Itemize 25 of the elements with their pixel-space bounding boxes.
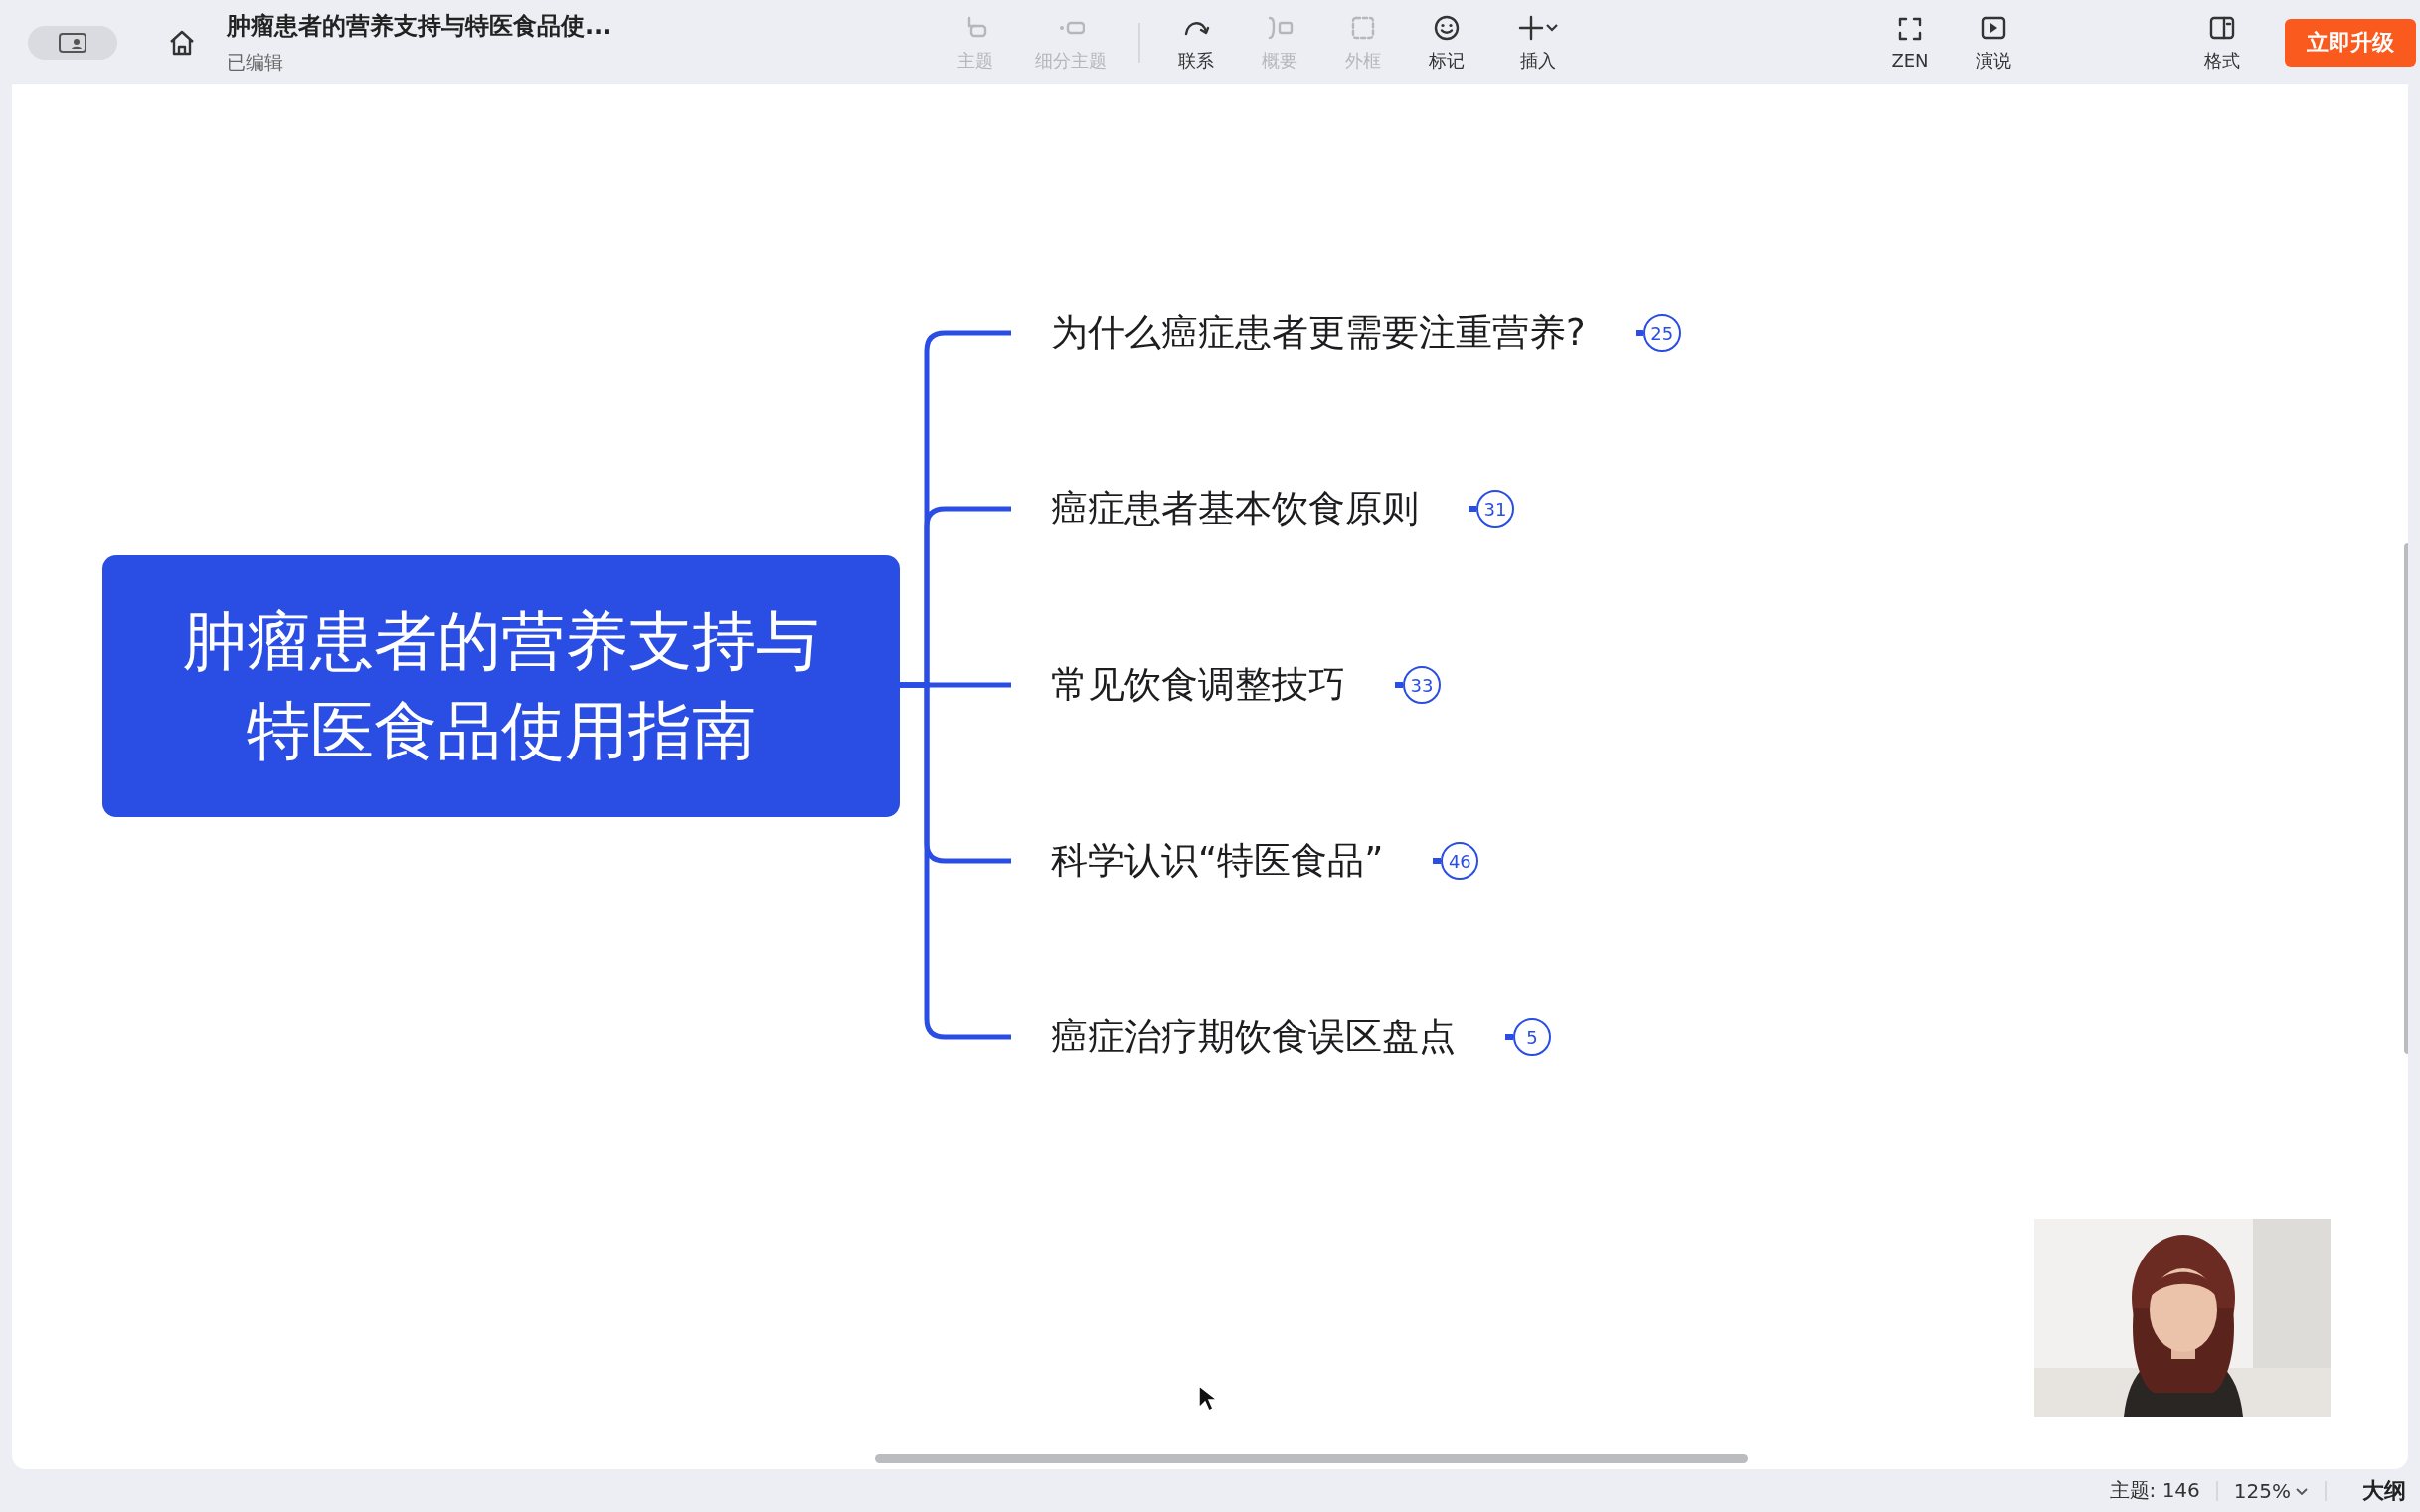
topic[interactable]: 常见饮食调整技巧 [1051, 660, 1345, 710]
root-topic[interactable]: 肿瘤患者的营养支持与特医食品使用指南 [102, 555, 900, 817]
caret-icon [1545, 23, 1559, 32]
toolbar-button[interactable]: 格式 [2180, 12, 2264, 73]
toolbar-button[interactable]: 演说 [1952, 12, 2035, 73]
user-card-icon [58, 31, 87, 54]
topic[interactable]: 科学认识“特医食品” [1051, 836, 1384, 886]
zoom-dropdown[interactable]: 125% [2233, 1478, 2309, 1503]
document-title: 肿瘤患者的营养支持与特医食品使... [227, 10, 612, 42]
topic[interactable]: 癌症治疗期饮食误区盘点 [1051, 1012, 1456, 1062]
outline-button[interactable]: 大纲 [2362, 1475, 2406, 1506]
topic-count: 主题: 146 [2109, 1477, 2200, 1504]
toolbar-button[interactable]: 插入 [1488, 12, 1588, 73]
mouse-cursor-icon [1197, 1384, 1217, 1412]
smiley-icon [1433, 13, 1461, 42]
plus-icon [1517, 13, 1545, 42]
view-toggle[interactable] [28, 25, 117, 60]
toolbar-button[interactable]: 联系 [1154, 12, 1238, 73]
toolbar-button[interactable]: 标记 [1405, 12, 1488, 73]
topic[interactable]: 为什么癌症患者更需要注重营养? [1051, 308, 1586, 358]
scrollbar[interactable] [875, 1454, 1748, 1463]
toolbar-button[interactable]: ZEN [1868, 14, 1952, 71]
document-status: 已编辑 [227, 49, 284, 75]
fullscreen-icon [1896, 15, 1924, 43]
topic[interactable]: 癌症患者基本饮食原则 [1051, 484, 1419, 534]
